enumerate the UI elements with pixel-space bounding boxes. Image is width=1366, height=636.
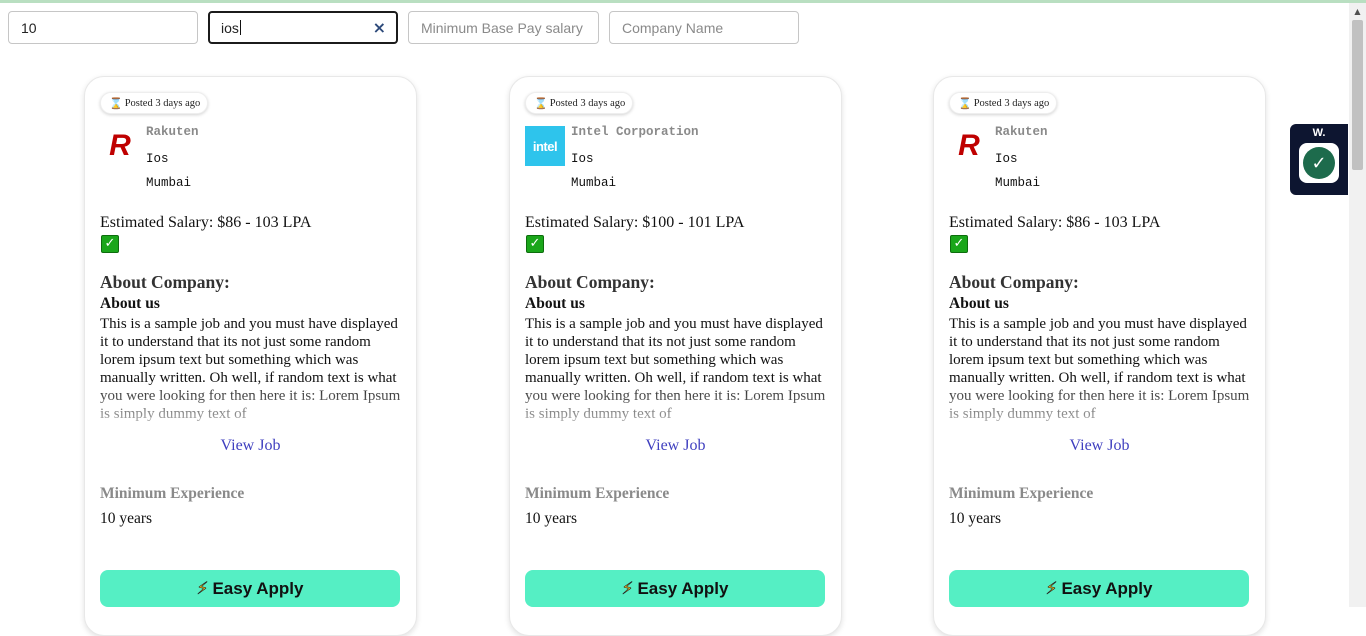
easy-apply-button[interactable]: ⚡ Easy Apply: [525, 570, 825, 607]
view-job-link[interactable]: View Job: [934, 437, 1265, 455]
posted-text: Posted 3 days ago: [124, 97, 201, 109]
minimum-experience-value: 10 years: [525, 510, 578, 527]
estimated-salary: Estimated Salary: $86 - 103 LPA: [100, 214, 312, 231]
company-name: Rakuten: [995, 125, 1048, 139]
about-company-text: This is a sample job and you must have d…: [100, 316, 401, 422]
lightning-bolt-icon: ⚡: [621, 578, 634, 599]
posted-badge: ⌛ Posted 3 days ago: [949, 92, 1058, 114]
posted-text: Posted 3 days ago: [549, 97, 626, 109]
job-role: Ios: [995, 152, 1018, 166]
company-logo: intel: [525, 126, 565, 166]
posted-text: Posted 3 days ago: [973, 97, 1050, 109]
easy-apply-label: Easy Apply: [1061, 578, 1153, 598]
check-circle-icon: ✓: [1303, 147, 1335, 179]
company-name-input[interactable]: Company Name: [609, 11, 799, 44]
view-job-link[interactable]: View Job: [510, 437, 841, 455]
experience-filter-input[interactable]: 10: [8, 11, 198, 44]
experience-filter-value: 10: [21, 19, 37, 36]
easy-apply-label: Easy Apply: [212, 578, 304, 598]
min-base-pay-input[interactable]: Minimum Base Pay salary: [408, 11, 599, 44]
company-name: Intel Corporation: [571, 125, 699, 139]
minimum-experience-value: 10 years: [949, 510, 1002, 527]
scrollbar-thumb[interactable]: [1352, 20, 1363, 170]
job-location: Mumbai: [571, 176, 617, 190]
posted-badge: ⌛ Posted 3 days ago: [525, 92, 634, 114]
company-info: Rakuten Ios Mumbai: [146, 123, 199, 195]
job-card: ⌛ Posted 3 days ago R Rakuten Ios Mumbai…: [84, 76, 417, 636]
about-company-text: This is a sample job and you must have d…: [525, 316, 826, 422]
page-scrollbar[interactable]: ▲: [1349, 3, 1366, 607]
minimum-experience-heading: Minimum Experience: [525, 485, 670, 502]
about-us-heading: About us: [100, 295, 160, 312]
company-info: Rakuten Ios Mumbai: [995, 123, 1048, 195]
company-name-placeholder: Company Name: [622, 19, 724, 36]
floating-widget[interactable]: W. ✓: [1290, 124, 1348, 195]
job-role: Ios: [146, 152, 169, 166]
check-mark-icon: ✓: [526, 235, 544, 253]
company-name: Rakuten: [146, 125, 199, 139]
minimum-experience-value: 10 years: [100, 510, 153, 527]
company-info: Intel Corporation Ios Mumbai: [571, 123, 699, 195]
minimum-experience-heading: Minimum Experience: [949, 485, 1094, 502]
hourglass-icon: ⌛: [958, 96, 972, 110]
job-location: Mumbai: [146, 176, 192, 190]
view-job-link[interactable]: View Job: [85, 437, 416, 455]
scroll-up-arrow-icon[interactable]: ▲: [1349, 5, 1366, 19]
hourglass-icon: ⌛: [109, 96, 123, 110]
check-mark-icon: ✓: [101, 235, 119, 253]
about-us-heading: About us: [525, 295, 585, 312]
job-card: ⌛ Posted 3 days ago intel Intel Corporat…: [509, 76, 842, 636]
estimated-salary: Estimated Salary: $100 - 101 LPA: [525, 214, 745, 231]
posted-badge: ⌛ Posted 3 days ago: [100, 92, 209, 114]
clear-icon[interactable]: ×: [373, 19, 386, 36]
top-accent-line: [0, 0, 1366, 3]
hourglass-icon: ⌛: [534, 96, 548, 110]
about-company-text: This is a sample job and you must have d…: [949, 316, 1250, 422]
easy-apply-label: Easy Apply: [637, 578, 729, 598]
about-us-heading: About us: [949, 295, 1009, 312]
job-location: Mumbai: [995, 176, 1041, 190]
job-role: Ios: [571, 152, 594, 166]
job-card: ⌛ Posted 3 days ago R Rakuten Ios Mumbai…: [933, 76, 1266, 636]
check-mark-icon: ✓: [950, 235, 968, 253]
easy-apply-button[interactable]: ⚡ Easy Apply: [100, 570, 400, 607]
easy-apply-button[interactable]: ⚡ Easy Apply: [949, 570, 1249, 607]
about-company-heading: About Company:: [525, 272, 655, 292]
minimum-experience-heading: Minimum Experience: [100, 485, 245, 502]
estimated-salary: Estimated Salary: $86 - 103 LPA: [949, 214, 1161, 231]
company-logo: R: [958, 129, 980, 162]
text-caret: [239, 20, 241, 35]
role-filter-input[interactable]: ios ×: [208, 11, 398, 44]
company-logo: R: [109, 129, 131, 162]
about-company-heading: About Company:: [100, 272, 230, 292]
about-company-heading: About Company:: [949, 272, 1079, 292]
min-base-pay-placeholder: Minimum Base Pay salary: [421, 19, 583, 36]
widget-label: W.: [1312, 127, 1326, 139]
lightning-bolt-icon: ⚡: [1045, 578, 1058, 599]
widget-badge: ✓: [1299, 143, 1339, 183]
role-filter-value: ios: [221, 19, 239, 36]
lightning-bolt-icon: ⚡: [196, 578, 209, 599]
